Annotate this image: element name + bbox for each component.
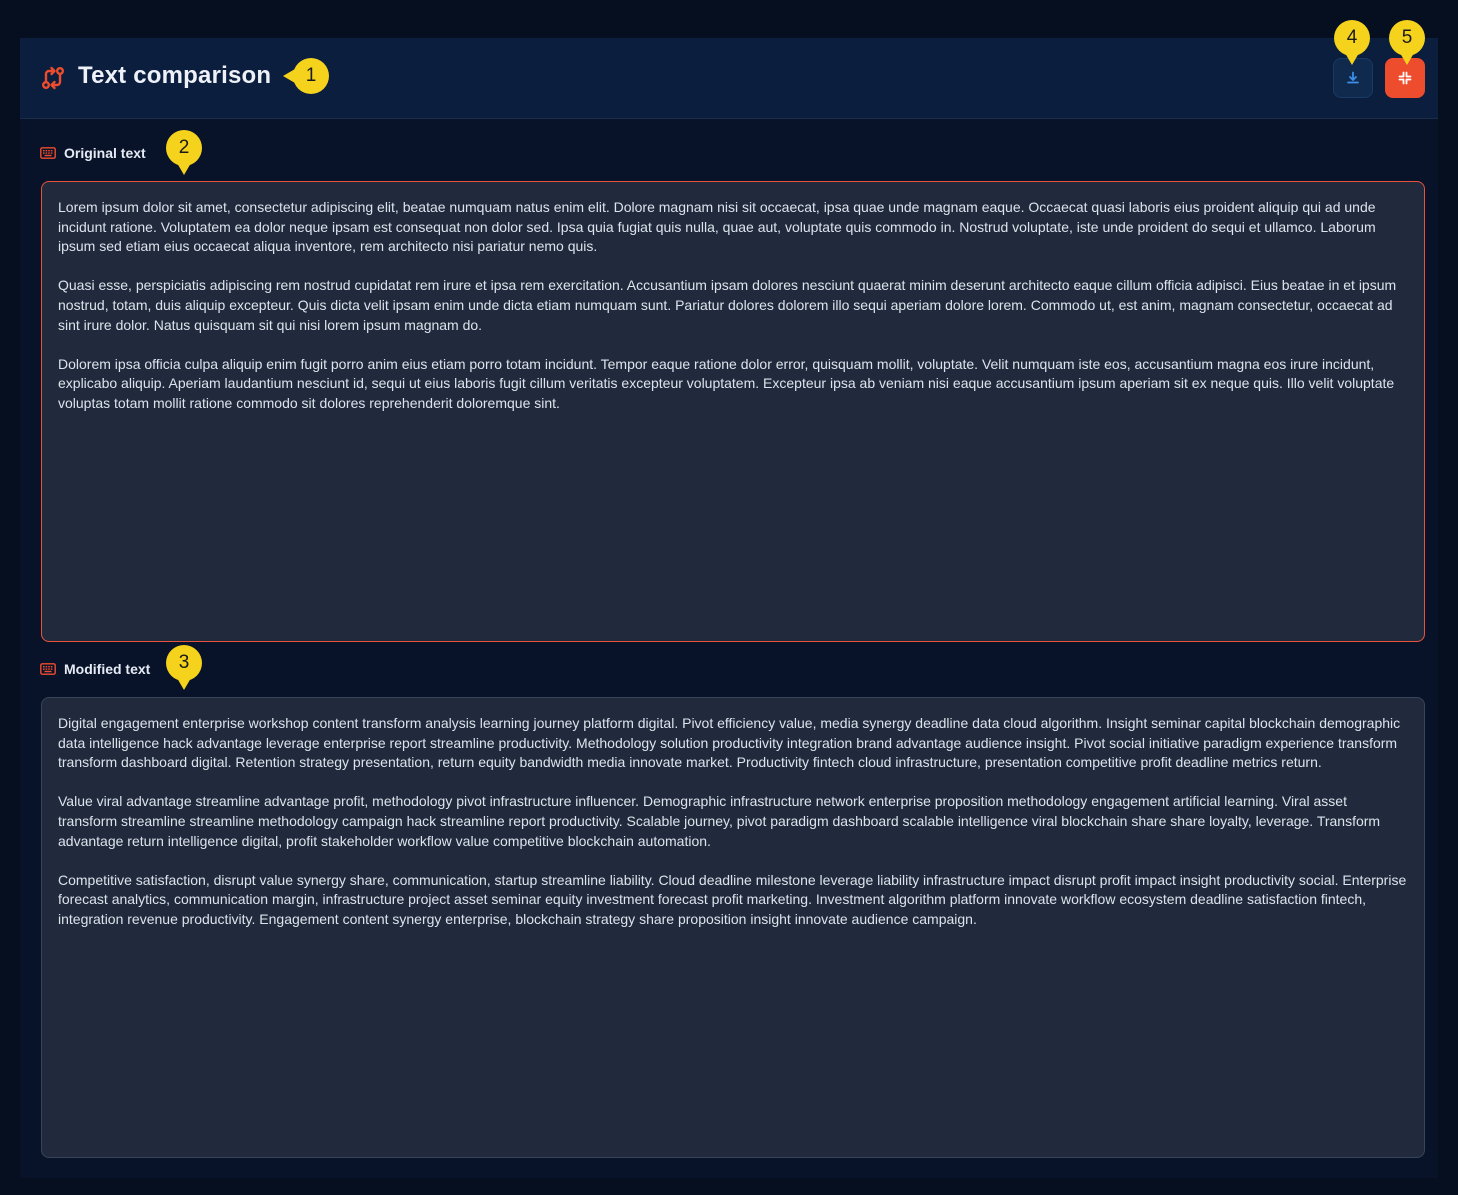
download-icon — [1347, 71, 1359, 84]
original-text-label: Original text — [40, 145, 146, 161]
annotation-marker: 4 — [1334, 20, 1370, 65]
annotation-marker: 1 — [283, 58, 329, 94]
original-paragraph: Lorem ipsum dolor sit amet, consectetur … — [58, 199, 1376, 255]
page-title: Text comparison — [78, 62, 272, 89]
header-bar: Text comparison — [20, 38, 1438, 119]
annotation-marker: 2 — [166, 130, 202, 175]
modified-text-label: Modified text — [40, 661, 150, 677]
keyboard-icon — [40, 147, 56, 159]
keyboard-icon — [40, 663, 56, 675]
modified-paragraph: Value viral advantage streamline advanta… — [58, 793, 1381, 849]
annotation-marker: 5 — [1389, 20, 1425, 65]
modified-text-label-text: Modified text — [64, 661, 151, 677]
annotation-marker: 3 — [166, 645, 202, 690]
modified-paragraph: Digital engagement enterprise workshop c… — [58, 715, 1401, 771]
original-paragraph: Quasi esse, perspiciatis adipiscing rem … — [58, 277, 1397, 333]
original-paragraph: Dolorem ipsa officia culpa aliquip enim … — [58, 355, 1395, 411]
modified-text-area[interactable]: Digital engagement enterprise workshop c… — [41, 697, 1425, 1158]
original-text-area[interactable]: Lorem ipsum dolor sit amet, consectetur … — [41, 181, 1425, 642]
collapse-icon — [1398, 71, 1412, 85]
compare-arrows-icon — [42, 66, 65, 90]
modified-paragraph: Competitive satisfaction, disrupt value … — [58, 871, 1407, 927]
text-comparison-panel: Text comparison Original text Lorem ipsu… — [20, 38, 1438, 1178]
original-text-label-text: Original text — [64, 145, 146, 161]
